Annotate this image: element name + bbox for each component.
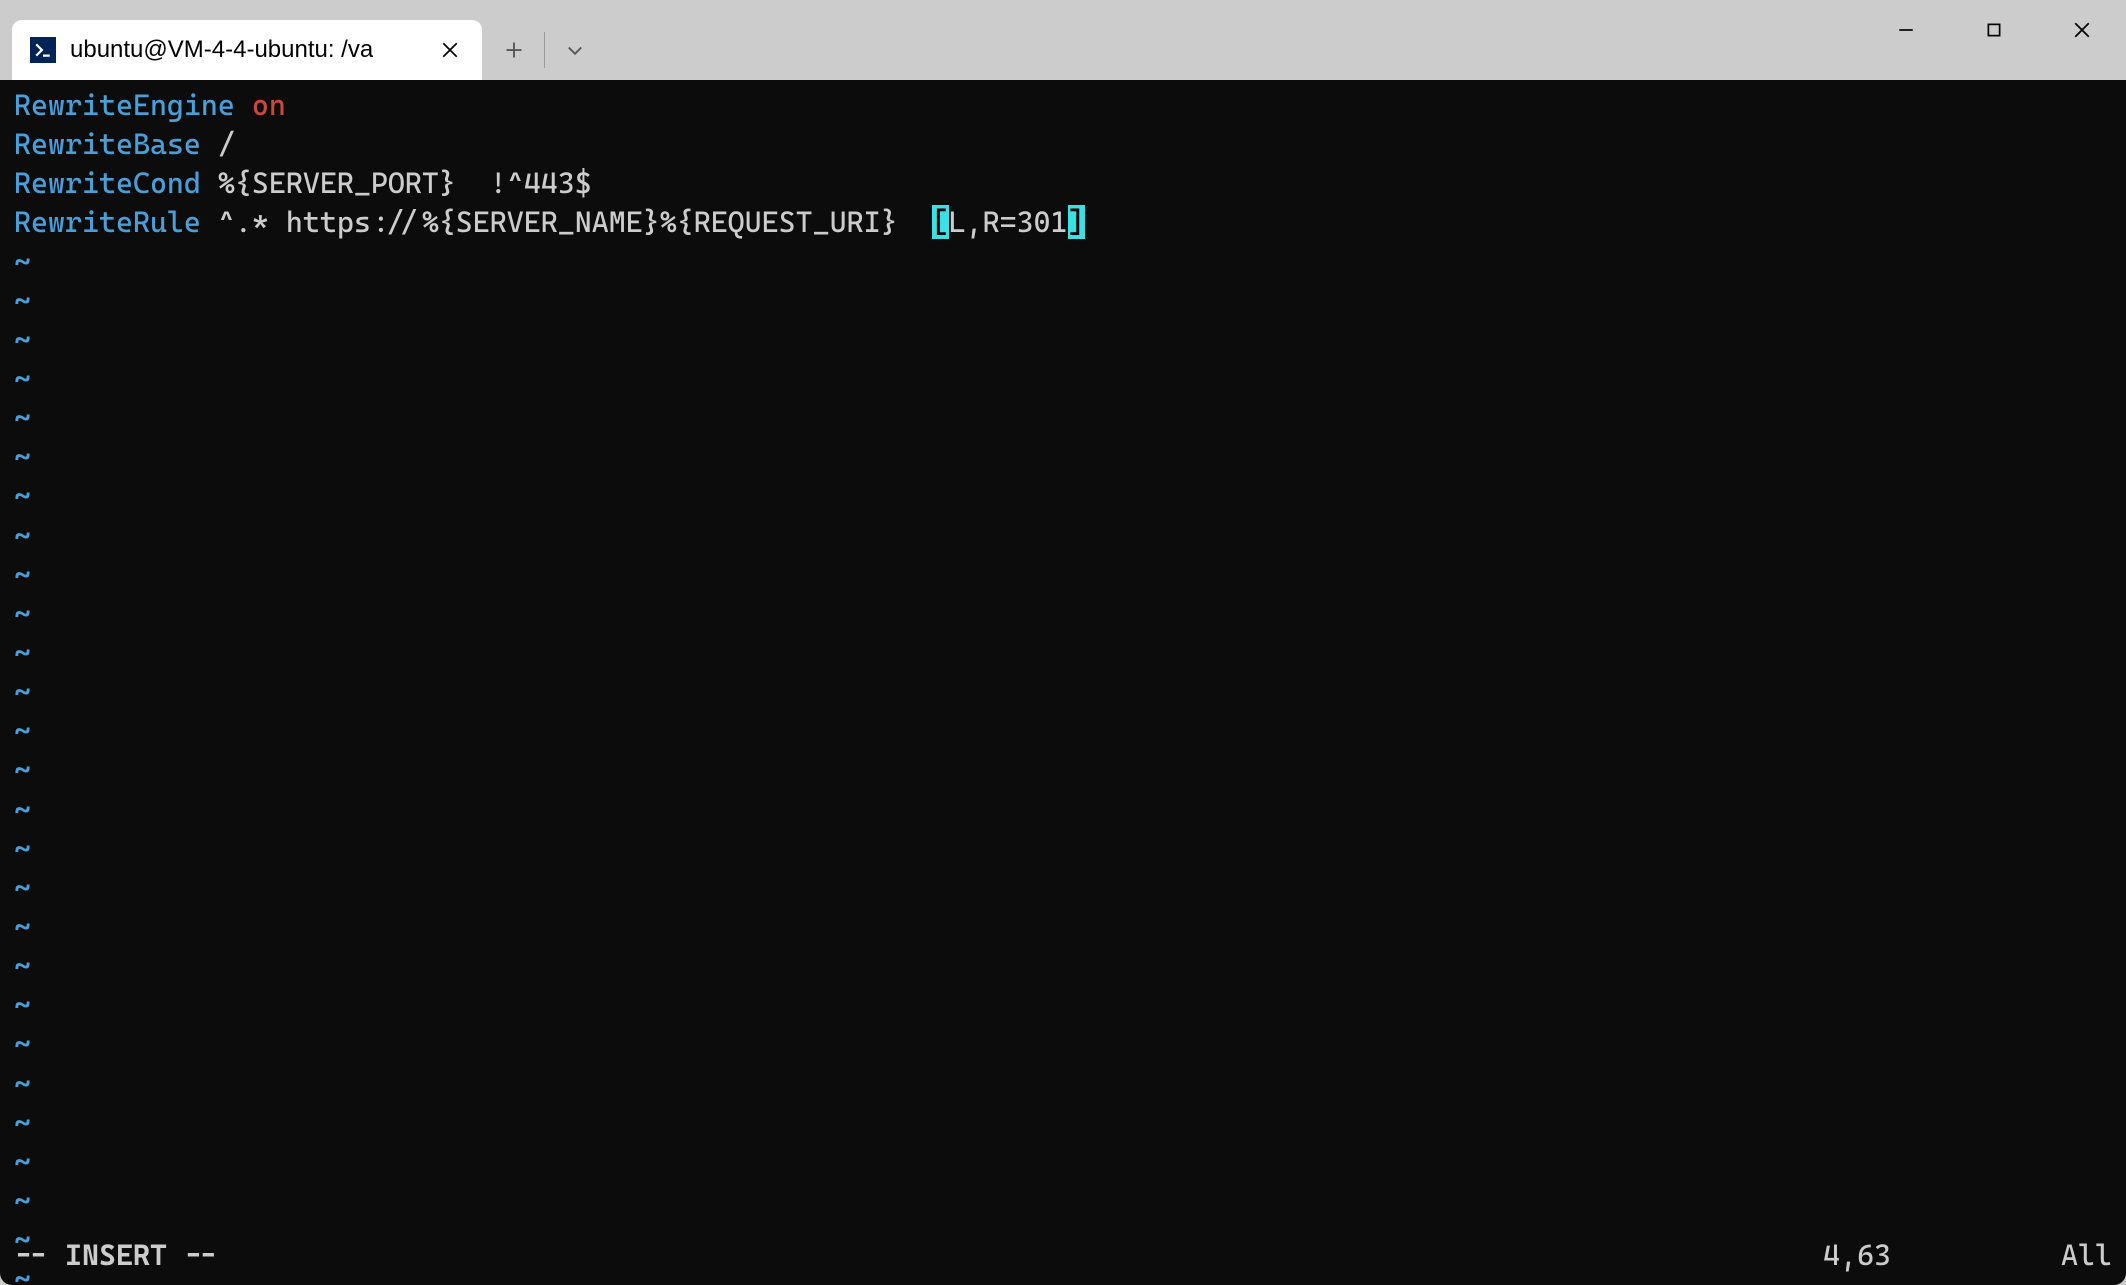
tilde-char: ~	[14, 245, 31, 279]
empty-line-marker: ~	[14, 556, 2112, 595]
empty-line-marker: ~	[14, 869, 2112, 908]
tilde-char: ~	[14, 949, 31, 983]
code-token	[235, 88, 252, 122]
powershell-icon	[30, 37, 56, 63]
scroll-indicator: All	[2061, 1236, 2112, 1275]
code-line-2: RewriteBase /	[14, 125, 2112, 164]
code-token: /	[201, 127, 235, 161]
maximize-button[interactable]	[1950, 0, 2038, 60]
empty-line-marker: ~	[14, 282, 2112, 321]
divider	[544, 32, 545, 68]
code-line-4: RewriteRule ^.* https://%{SERVER_NAME}%{…	[14, 203, 2112, 242]
vim-mode-indicator: -- INSERT --	[14, 1236, 218, 1275]
empty-line-marker: ~	[14, 751, 2112, 790]
empty-line-marker: ~	[14, 712, 2112, 751]
empty-line-marker: ~	[14, 595, 2112, 634]
code-token: ]	[1068, 205, 1085, 239]
code-line-3: RewriteCond %{SERVER_PORT} !^443$	[14, 164, 2112, 203]
titlebar: ubuntu@VM-4-4-ubuntu: /va	[0, 0, 2126, 80]
tilde-char: ~	[14, 519, 31, 553]
tilde-char: ~	[14, 597, 31, 631]
empty-line-marker: ~	[14, 1065, 2112, 1104]
minimize-button[interactable]	[1862, 0, 1950, 60]
tilde-char: ~	[14, 675, 31, 709]
directive-keyword: RewriteEngine	[14, 88, 235, 122]
terminal-content[interactable]: RewriteEngine onRewriteBase /RewriteCond…	[0, 80, 2126, 1285]
empty-lines-container: ~~~~~~~~~~~~~~~~~~~~~~~~~~~	[14, 243, 2112, 1285]
titlebar-actions	[486, 20, 603, 80]
tilde-char: ~	[14, 793, 31, 827]
tilde-char: ~	[14, 323, 31, 357]
tab-title: ubuntu@VM-4-4-ubuntu: /va	[70, 36, 373, 64]
tilde-char: ~	[14, 871, 31, 905]
status-right: 4,63 All	[1823, 1236, 2112, 1275]
terminal-window: ubuntu@VM-4-4-ubuntu: /va	[0, 0, 2126, 1285]
empty-line-marker: ~	[14, 673, 2112, 712]
tilde-char: ~	[14, 1106, 31, 1140]
tilde-char: ~	[14, 558, 31, 592]
empty-line-marker: ~	[14, 1143, 2112, 1182]
tilde-char: ~	[14, 362, 31, 396]
directive-keyword: RewriteCond	[14, 166, 201, 200]
directive-keyword: RewriteBase	[14, 127, 201, 161]
tilde-char: ~	[14, 1027, 31, 1061]
tilde-char: ~	[14, 284, 31, 318]
cursor-position: 4,63	[1823, 1236, 1891, 1275]
code-token: L,R=301	[949, 205, 1068, 239]
tilde-char: ~	[14, 636, 31, 670]
empty-line-marker: ~	[14, 908, 2112, 947]
empty-line-marker: ~	[14, 947, 2112, 986]
tilde-char: ~	[14, 910, 31, 944]
empty-line-marker: ~	[14, 791, 2112, 830]
code-token: [	[932, 205, 949, 239]
code-token: on	[252, 88, 286, 122]
active-tab[interactable]: ubuntu@VM-4-4-ubuntu: /va	[12, 20, 482, 80]
empty-line-marker: ~	[14, 1025, 2112, 1064]
empty-line-marker: ~	[14, 986, 2112, 1025]
code-token: %{SERVER_PORT} !^443$	[201, 166, 592, 200]
tilde-char: ~	[14, 1184, 31, 1218]
new-tab-button[interactable]	[486, 22, 542, 78]
tilde-char: ~	[14, 753, 31, 787]
tilde-char: ~	[14, 401, 31, 435]
vim-status-line: -- INSERT -- 4,63 All	[14, 1236, 2112, 1275]
empty-line-marker: ~	[14, 830, 2112, 869]
code-token: ^.* https://%{SERVER_NAME}%{REQUEST_URI}	[201, 205, 932, 239]
tilde-char: ~	[14, 1067, 31, 1101]
close-window-button[interactable]	[2038, 0, 2126, 60]
tilde-char: ~	[14, 832, 31, 866]
empty-line-marker: ~	[14, 399, 2112, 438]
window-controls	[1862, 0, 2126, 60]
empty-line-marker: ~	[14, 438, 2112, 477]
empty-line-marker: ~	[14, 243, 2112, 282]
tab-dropdown-button[interactable]	[547, 22, 603, 78]
empty-line-marker: ~	[14, 1104, 2112, 1143]
empty-line-marker: ~	[14, 634, 2112, 673]
empty-line-marker: ~	[14, 321, 2112, 360]
empty-line-marker: ~	[14, 477, 2112, 516]
empty-line-marker: ~	[14, 517, 2112, 556]
tilde-char: ~	[14, 714, 31, 748]
code-line-1: RewriteEngine on	[14, 86, 2112, 125]
tilde-char: ~	[14, 479, 31, 513]
tilde-char: ~	[14, 1145, 31, 1179]
editor-lines-container: RewriteEngine onRewriteBase /RewriteCond…	[14, 86, 2112, 243]
tilde-char: ~	[14, 440, 31, 474]
empty-line-marker: ~	[14, 1182, 2112, 1221]
directive-keyword: RewriteRule	[14, 205, 201, 239]
tab-close-button[interactable]	[436, 36, 464, 64]
empty-line-marker: ~	[14, 360, 2112, 399]
tilde-char: ~	[14, 988, 31, 1022]
